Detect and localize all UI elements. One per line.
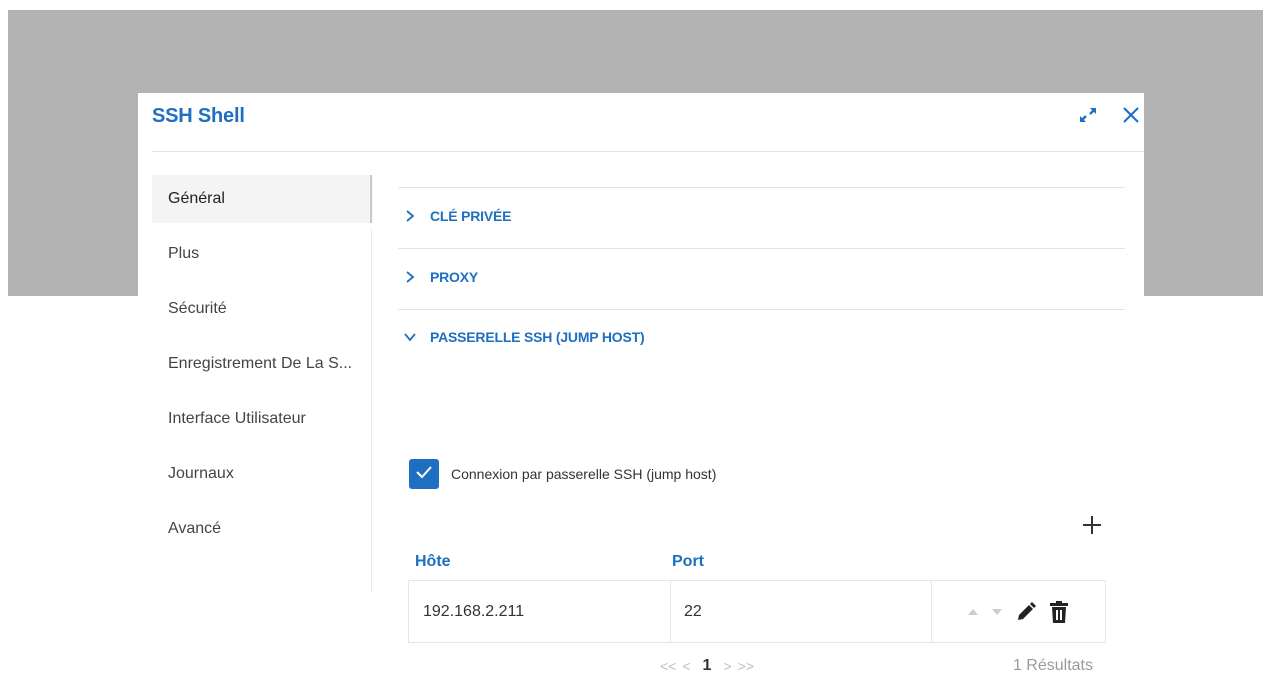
chevron-right-icon bbox=[400, 206, 420, 226]
header-divider bbox=[152, 151, 1144, 152]
dialog-title: SSH Shell bbox=[152, 105, 245, 127]
move-up-icon[interactable] bbox=[967, 608, 979, 616]
section-label: PASSERELLE SSH (JUMP HOST) bbox=[430, 329, 645, 345]
chevron-down-icon bbox=[400, 327, 420, 347]
checkmark-icon bbox=[415, 464, 433, 485]
sidebar-item-label: Enregistrement De La S... bbox=[168, 355, 353, 372]
jump-host-checkbox-row: Connexion par passerelle SSH (jump host) bbox=[409, 459, 716, 489]
sidebar-item-label: Sécurité bbox=[168, 300, 227, 317]
current-page[interactable]: 1 bbox=[703, 657, 712, 675]
port-cell: 22 bbox=[684, 602, 702, 620]
sidebar-item-label: Interface Utilisateur bbox=[168, 410, 306, 427]
section-divider bbox=[398, 248, 1125, 249]
section-label: PROXY bbox=[430, 269, 479, 285]
sidebar-item-avance[interactable]: Avancé bbox=[152, 505, 373, 553]
pagination: << < 1 > >> bbox=[660, 657, 754, 675]
edit-icon[interactable] bbox=[1015, 601, 1037, 623]
expand-icon bbox=[1078, 105, 1098, 130]
sidebar-divider bbox=[371, 228, 372, 593]
sidebar-item-plus[interactable]: Plus bbox=[152, 230, 373, 278]
jump-host-checkbox[interactable] bbox=[409, 459, 439, 489]
section-passerelle-ssh[interactable]: PASSERELLE SSH (JUMP HOST) bbox=[400, 327, 645, 347]
host-cell: 192.168.2.211 bbox=[423, 602, 525, 620]
plus-icon bbox=[1082, 515, 1102, 540]
section-divider bbox=[398, 309, 1125, 310]
section-cle-privee[interactable]: CLÉ PRIVÉE bbox=[400, 206, 511, 226]
sidebar-item-label: Avancé bbox=[168, 520, 222, 537]
close-button[interactable] bbox=[1117, 103, 1145, 131]
sidebar-item-general[interactable]: Général bbox=[152, 175, 373, 223]
last-page-button[interactable]: >> bbox=[738, 658, 754, 674]
active-item-indicator bbox=[370, 175, 372, 223]
add-jump-host-button[interactable] bbox=[1079, 514, 1105, 540]
sidebar-item-label: Journaux bbox=[168, 465, 234, 482]
results-count: 1 Résultats bbox=[1012, 657, 1093, 674]
first-page-button[interactable]: << bbox=[660, 658, 676, 674]
column-header-port: Port bbox=[672, 553, 704, 570]
next-page-button[interactable]: > bbox=[723, 658, 731, 674]
move-down-icon[interactable] bbox=[991, 608, 1003, 616]
section-divider bbox=[398, 187, 1125, 188]
expand-button[interactable] bbox=[1074, 103, 1102, 131]
section-label: CLÉ PRIVÉE bbox=[430, 208, 512, 224]
sidebar: Général Plus Sécurité Enregistrement De … bbox=[152, 175, 373, 560]
sidebar-item-interface[interactable]: Interface Utilisateur bbox=[152, 395, 373, 443]
chevron-right-icon bbox=[400, 267, 420, 287]
ssh-shell-dialog: SSH Shell Général Plus Sécurité Enregist… bbox=[138, 93, 1145, 674]
prev-page-button[interactable]: < bbox=[682, 658, 690, 674]
column-divider bbox=[670, 581, 671, 642]
sidebar-item-journaux[interactable]: Journaux bbox=[152, 450, 373, 498]
close-icon bbox=[1122, 106, 1140, 129]
row-actions bbox=[931, 581, 1105, 642]
column-header-host: Hôte bbox=[415, 553, 451, 570]
table-row[interactable]: 192.168.2.211 22 bbox=[408, 580, 1106, 643]
sidebar-item-securite[interactable]: Sécurité bbox=[152, 285, 373, 333]
sidebar-item-enregistrement[interactable]: Enregistrement De La S... bbox=[152, 340, 373, 388]
jump-host-checkbox-label: Connexion par passerelle SSH (jump host) bbox=[451, 466, 717, 482]
sidebar-item-label: Général bbox=[168, 190, 225, 207]
section-proxy[interactable]: PROXY bbox=[400, 267, 478, 287]
delete-icon[interactable] bbox=[1049, 600, 1069, 624]
sidebar-item-label: Plus bbox=[168, 245, 200, 262]
